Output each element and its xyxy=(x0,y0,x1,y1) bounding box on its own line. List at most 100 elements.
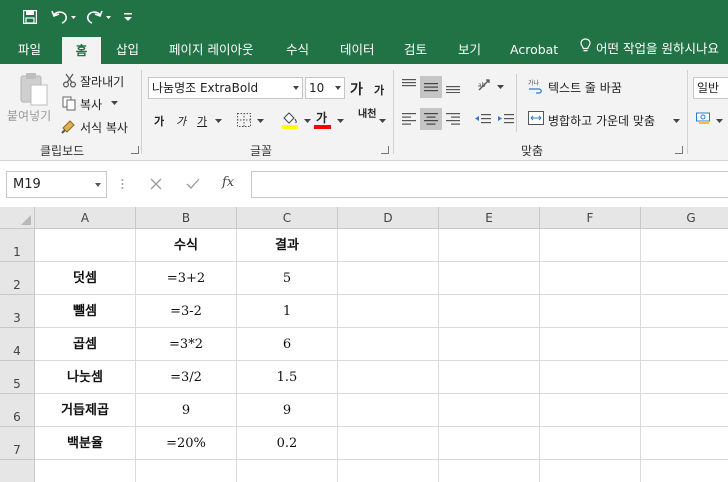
cell-a4[interactable]: 곱셈 xyxy=(35,328,136,361)
column-header-b[interactable]: B xyxy=(136,207,237,229)
column-header-e[interactable]: E xyxy=(439,207,540,229)
cell-b3[interactable]: =3-2 xyxy=(136,295,237,328)
currency-icon[interactable] xyxy=(695,109,713,127)
cell-c2[interactable]: 5 xyxy=(237,262,338,295)
tab-review[interactable]: 검토 xyxy=(404,34,427,64)
cell-e8[interactable] xyxy=(439,460,540,482)
cell-b6[interactable]: 9 xyxy=(136,394,237,427)
cell-c4[interactable]: 6 xyxy=(237,328,338,361)
redo-icon[interactable] xyxy=(84,0,114,34)
tab-home[interactable]: 홈 xyxy=(62,37,101,64)
column-header-f[interactable]: F xyxy=(540,207,641,229)
select-all-button[interactable] xyxy=(0,207,35,229)
tab-formulas[interactable]: 수식 xyxy=(286,34,309,64)
bold-button[interactable]: 가 xyxy=(154,113,164,129)
cell-f1[interactable] xyxy=(540,229,641,262)
wrap-text-button[interactable]: 텍스트 줄 바꿈 xyxy=(548,79,622,96)
cell-f6[interactable] xyxy=(540,394,641,427)
cell-e7[interactable] xyxy=(439,427,540,460)
underline-button[interactable]: 가 xyxy=(197,113,207,129)
cell-f3[interactable] xyxy=(540,295,641,328)
font-color-button[interactable]: 가 xyxy=(316,109,327,126)
cell-a7[interactable]: 백분율 xyxy=(35,427,136,460)
alignment-launcher-icon[interactable] xyxy=(675,146,683,154)
row-header-3[interactable]: 3 xyxy=(0,295,35,328)
align-bottom-icon[interactable] xyxy=(444,76,462,98)
cell-a6[interactable]: 거듭제곱 xyxy=(35,394,136,427)
row-header-4[interactable]: 4 xyxy=(0,328,35,361)
cut-button[interactable]: 잘라내기 xyxy=(80,73,124,90)
cell-g6[interactable] xyxy=(641,394,728,427)
column-header-c[interactable]: C xyxy=(237,207,338,229)
tab-view[interactable]: 보기 xyxy=(458,34,481,64)
chevron-down-icon[interactable] xyxy=(671,116,681,126)
tell-me-box[interactable]: 어떤 작업을 원하시나요 xyxy=(580,34,719,64)
align-center-icon[interactable] xyxy=(420,108,442,130)
tab-file[interactable]: 파일 xyxy=(18,34,41,64)
column-header-g[interactable]: G xyxy=(641,207,728,229)
name-box[interactable]: M19 xyxy=(6,171,107,198)
cell-d8[interactable] xyxy=(338,460,439,482)
cell-d3[interactable] xyxy=(338,295,439,328)
cell-d1[interactable] xyxy=(338,229,439,262)
cell-f4[interactable] xyxy=(540,328,641,361)
cell-d6[interactable] xyxy=(338,394,439,427)
row-header-5[interactable]: 5 xyxy=(0,361,35,394)
cell-c8[interactable] xyxy=(237,460,338,482)
formula-input[interactable] xyxy=(251,171,728,198)
cell-c7[interactable]: 0.2 xyxy=(237,427,338,460)
font-name-select[interactable]: 나눔명조 ExtraBold xyxy=(148,77,303,99)
chevron-down-icon[interactable] xyxy=(714,116,724,126)
cell-e3[interactable] xyxy=(439,295,540,328)
column-header-d[interactable]: D xyxy=(338,207,439,229)
cell-g4[interactable] xyxy=(641,328,728,361)
align-middle-icon[interactable] xyxy=(420,76,442,98)
cell-a8[interactable] xyxy=(35,460,136,482)
cell-g3[interactable] xyxy=(641,295,728,328)
cell-b1[interactable]: 수식 xyxy=(136,229,237,262)
tab-acrobat[interactable]: Acrobat xyxy=(510,34,558,64)
fill-color-icon[interactable] xyxy=(280,109,300,131)
align-top-icon[interactable] xyxy=(400,76,418,94)
cell-e5[interactable] xyxy=(439,361,540,394)
cell-f7[interactable] xyxy=(540,427,641,460)
tab-page-layout[interactable]: 페이지 레이아웃 xyxy=(169,34,253,64)
row-header-2[interactable]: 2 xyxy=(0,262,35,295)
insert-function-button[interactable]: fx xyxy=(222,175,234,190)
align-left-icon[interactable] xyxy=(400,110,418,128)
clipboard-launcher-icon[interactable] xyxy=(131,146,139,154)
row-header-8[interactable] xyxy=(0,460,35,482)
cell-a2[interactable]: 덧셈 xyxy=(35,262,136,295)
copy-button[interactable]: 복사 xyxy=(80,96,102,113)
cell-f8[interactable] xyxy=(540,460,641,482)
chevron-down-icon[interactable] xyxy=(495,82,505,92)
cancel-icon[interactable] xyxy=(148,176,164,192)
font-size-select[interactable]: 10 xyxy=(305,77,345,99)
phonetic-guide-button[interactable]: 내천 xyxy=(358,110,376,120)
chevron-down-icon[interactable] xyxy=(213,116,223,126)
number-format-select[interactable]: 일반 xyxy=(693,77,728,99)
save-icon[interactable] xyxy=(21,0,39,34)
chevron-down-icon[interactable] xyxy=(255,116,265,126)
cell-c5[interactable]: 1.5 xyxy=(237,361,338,394)
cell-g8[interactable] xyxy=(641,460,728,482)
chevron-down-icon[interactable] xyxy=(302,116,312,126)
cell-c6[interactable]: 9 xyxy=(237,394,338,427)
paste-button[interactable]: 붙여넣기 xyxy=(7,107,51,124)
cell-b7[interactable]: =20% xyxy=(136,427,237,460)
cell-a5[interactable]: 나눗셈 xyxy=(35,361,136,394)
cell-c1[interactable]: 결과 xyxy=(237,229,338,262)
decrease-indent-icon[interactable] xyxy=(474,110,492,128)
cell-d2[interactable] xyxy=(338,262,439,295)
cell-e2[interactable] xyxy=(439,262,540,295)
grow-font-button[interactable]: 가 xyxy=(350,79,363,99)
cell-g1[interactable] xyxy=(641,229,728,262)
row-header-6[interactable]: 6 xyxy=(0,394,35,427)
column-header-a[interactable]: A xyxy=(35,207,136,229)
font-launcher-icon[interactable] xyxy=(381,146,389,154)
orientation-icon[interactable]: ab xyxy=(476,77,494,95)
cell-e6[interactable] xyxy=(439,394,540,427)
cell-a3[interactable]: 뺄셈 xyxy=(35,295,136,328)
row-header-7[interactable]: 7 xyxy=(0,427,35,460)
chevron-down-icon[interactable] xyxy=(109,98,119,108)
